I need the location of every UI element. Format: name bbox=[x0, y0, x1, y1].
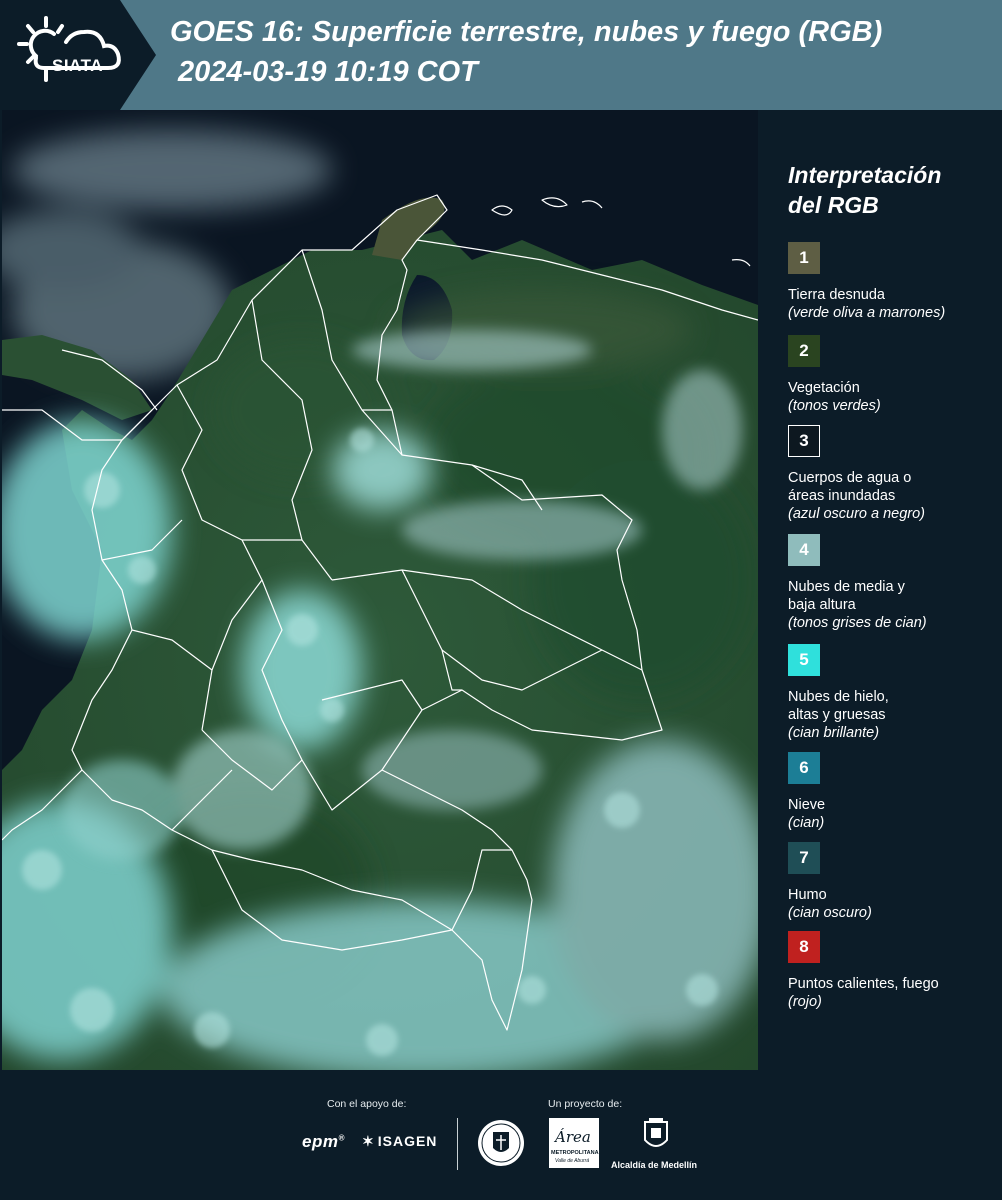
legend-item: 7 Humo (cian oscuro) bbox=[788, 842, 998, 922]
legend-swatch: 3 bbox=[788, 425, 820, 457]
isagen-logo: ✶ ISAGEN bbox=[362, 1133, 437, 1150]
legend-item-sub: (tonos grises de cian) bbox=[788, 615, 927, 631]
page-title: GOES 16: Superficie terrestre, nubes y f… bbox=[170, 16, 883, 48]
legend-item-label: Cuerpos de agua o áreas inundadas bbox=[788, 470, 912, 504]
area-metropolitana-logo: Área METROPOLITANA Valle de Aburrá bbox=[549, 1118, 599, 1168]
legend-title: Interpretación del RGB bbox=[788, 160, 998, 220]
legend-swatch: 2 bbox=[788, 335, 820, 367]
rgb-legend: Interpretación del RGB bbox=[788, 160, 998, 238]
logo-text: SIATA bbox=[52, 56, 103, 75]
legend-item: 5 Nubes de hielo, altas y gruesas (cian br… bbox=[788, 644, 998, 742]
area-logo-text: Área bbox=[555, 1128, 591, 1146]
legend-item-label: Nubes de hielo, altas y gruesas bbox=[788, 689, 889, 723]
siata-logo: SIATA bbox=[14, 14, 124, 94]
legend-swatch: 6 bbox=[788, 752, 820, 784]
legend-swatch: 8 bbox=[788, 931, 820, 963]
legend-item: 8 Puntos calientes, fuego (rojo) bbox=[788, 931, 998, 1011]
legend-swatch: 4 bbox=[788, 534, 820, 566]
legend-item-sub: (verde oliva a marrones) bbox=[788, 305, 946, 321]
legend-item-label: Humo bbox=[788, 887, 827, 903]
legend-item: 6 Nieve (cian) bbox=[788, 752, 998, 832]
footer-divider bbox=[457, 1118, 458, 1170]
support-label: Con el apoyo de: bbox=[327, 1098, 407, 1110]
legend-item-label: Tierra desnuda bbox=[788, 287, 885, 303]
legend-item-label: Puntos calientes, fuego bbox=[788, 976, 939, 992]
legend-item-label: Nieve bbox=[788, 797, 826, 813]
legend-item: 3 Cuerpos de agua o áreas inundadas (azul … bbox=[788, 425, 998, 523]
project-label: Un proyecto de: bbox=[548, 1098, 623, 1110]
area-logo-sub: METROPOLITANA bbox=[551, 1150, 599, 1156]
legend-item-label: Nubes de media y baja altura bbox=[788, 579, 905, 613]
legend-item-label: Vegetación bbox=[788, 380, 860, 396]
epm-logo-text: epm bbox=[302, 1132, 339, 1151]
legend-title-line2: del RGB bbox=[788, 192, 879, 218]
legend-item: 2 Vegetación (tonos verdes) bbox=[788, 335, 998, 415]
footer: Con el apoyo de: Un proyecto de: epm® ✶ I… bbox=[0, 1070, 1002, 1200]
isagen-icon: ✶ bbox=[362, 1133, 375, 1149]
legend-item-sub: (tonos verdes) bbox=[788, 398, 881, 414]
page-timestamp: 2024-03-19 10:19 COT bbox=[178, 56, 478, 88]
legend-item-sub: (cian brillante) bbox=[788, 725, 880, 741]
legend-item-sub: (rojo) bbox=[788, 994, 822, 1010]
legend-swatch: 5 bbox=[788, 644, 820, 676]
legend-swatch: 1 bbox=[788, 242, 820, 274]
epm-logo: epm® bbox=[302, 1132, 345, 1151]
satellite-map[interactable] bbox=[2, 110, 758, 1070]
legend-title-line1: Interpretación bbox=[788, 162, 942, 188]
legend-item-sub: (cian) bbox=[788, 815, 825, 831]
legend-item-sub: (cian oscuro) bbox=[788, 905, 872, 921]
area-logo-sub2: Valle de Aburrá bbox=[555, 1158, 590, 1164]
satellite-map-image bbox=[2, 110, 758, 1070]
alcaldia-shield-icon bbox=[643, 1118, 669, 1154]
legend-item: 4 Nubes de media y baja altura (tonos gris… bbox=[788, 534, 998, 632]
legend-item: 1 Tierra desnuda (verde oliva a marrones) bbox=[788, 242, 998, 322]
isagen-logo-text: ISAGEN bbox=[377, 1133, 438, 1149]
siata-sun-cloud-icon bbox=[17, 16, 121, 82]
legend-item-sub: (azul oscuro a negro) bbox=[788, 506, 926, 522]
header: SIATA GOES 16: Superficie terrestre, nub… bbox=[0, 0, 1002, 110]
alcaldia-text: Alcaldía de Medellín bbox=[611, 1160, 698, 1170]
legend-swatch: 7 bbox=[788, 842, 820, 874]
medellin-seal-icon bbox=[476, 1118, 526, 1168]
